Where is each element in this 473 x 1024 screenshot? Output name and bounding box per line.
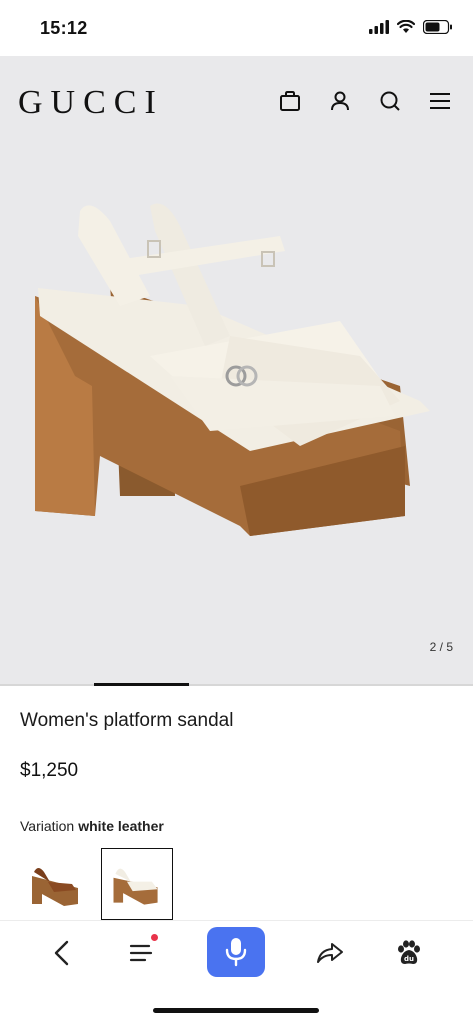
product-image-area[interactable]: GUCCI 2 / 5 [0,56,473,686]
back-button[interactable] [38,929,86,977]
baidu-paw-icon: du [398,940,420,964]
user-icon[interactable] [329,90,351,112]
tabs-menu-button[interactable] [118,929,166,977]
status-icons [369,20,453,34]
search-icon[interactable] [379,90,401,112]
browser-bottom-nav: du [0,920,473,983]
product-price: $1,250 [20,760,79,781]
status-time: 15:12 [40,18,88,38]
cellular-signal-icon [369,20,389,34]
variation-label: Variation [20,818,75,834]
product-title: Women's platform sandal [20,710,234,731]
variation-thumbnail-brown[interactable] [20,848,92,920]
share-button[interactable] [306,929,354,977]
back-icon [54,940,69,966]
battery-icon [423,20,452,34]
tabs-menu-icon [129,944,153,962]
baidu-button[interactable]: du [385,929,433,977]
wifi-icon [397,20,415,33]
microphone-icon [225,938,247,967]
shopping-bag-icon[interactable] [279,90,301,112]
notification-dot [151,934,158,941]
share-icon [317,943,343,963]
brand-logo[interactable]: GUCCI [18,84,164,122]
variation-thumbnail-white-leather[interactable] [101,848,173,920]
home-indicator [153,1008,319,1013]
status-bar: 15:12 [0,0,473,56]
voice-search-button[interactable] [207,927,265,977]
header-icons [279,90,451,112]
product-image [35,203,430,536]
svg-text:du: du [404,955,414,963]
brown-sandal-thumbnail-image [32,868,78,906]
carousel-active-segment [94,683,189,686]
menu-icon[interactable] [429,90,451,112]
variation-row: Variation white leather [20,818,164,834]
carousel-track [0,684,473,686]
white-sandal-thumbnail-image [113,868,158,905]
image-page-indicator: 2 / 5 [429,640,453,654]
variation-value: white leather [78,818,164,834]
